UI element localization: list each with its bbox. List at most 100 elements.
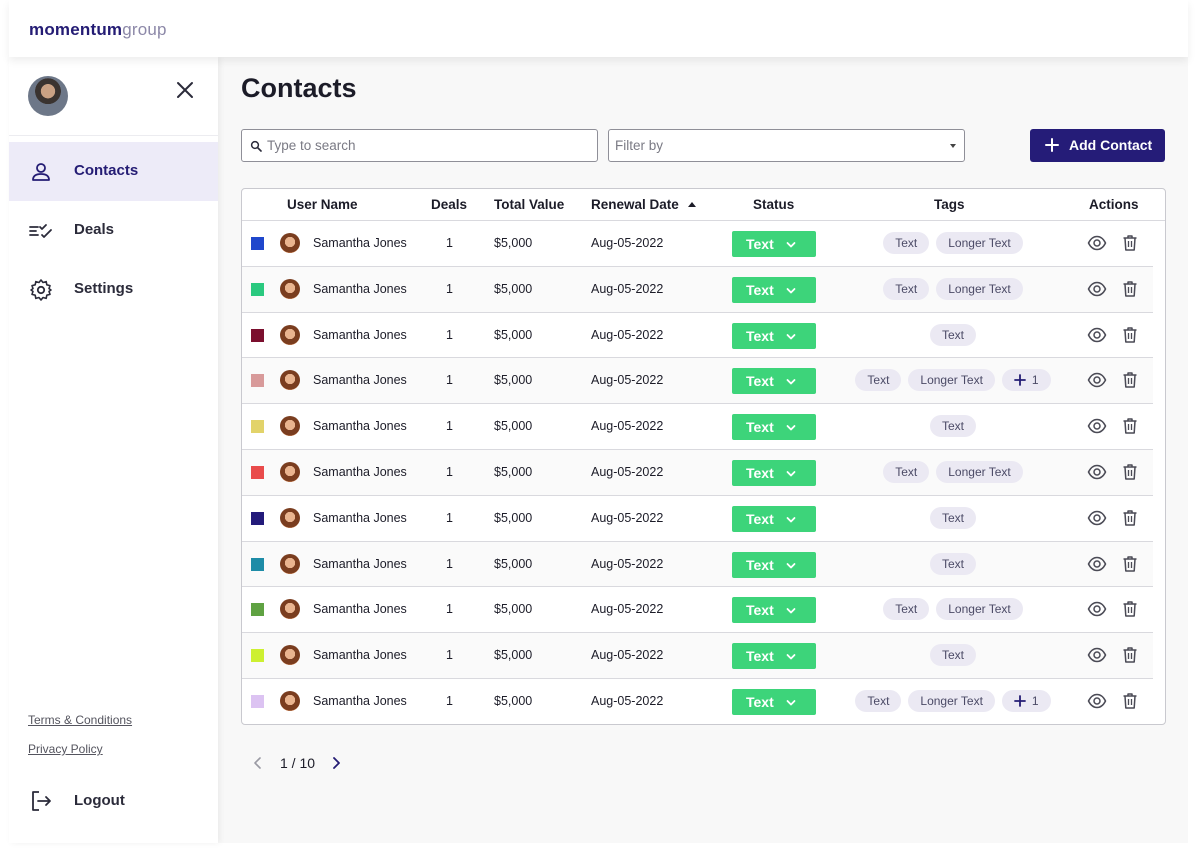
tag-chip[interactable]: Text — [929, 644, 976, 667]
view-eye-icon[interactable] — [1087, 370, 1107, 390]
tag-chip[interactable]: Text — [855, 369, 902, 392]
tag-chip[interactable]: Text — [883, 598, 930, 621]
delete-trash-icon[interactable] — [1120, 508, 1140, 528]
view-eye-icon[interactable] — [1087, 508, 1107, 528]
more-tags-button[interactable]: 1 — [1001, 369, 1051, 392]
status-dropdown[interactable]: Text — [732, 643, 816, 670]
column-header-value[interactable]: Total Value — [494, 197, 564, 212]
user-name-cell[interactable]: Samantha Jones — [313, 419, 407, 433]
view-eye-icon[interactable] — [1087, 279, 1107, 299]
brand-logo[interactable]: momentumgroup — [29, 20, 167, 40]
delete-trash-icon[interactable] — [1120, 279, 1140, 299]
sidebar-item-deals[interactable]: Deals — [9, 201, 218, 260]
delete-trash-icon[interactable] — [1120, 325, 1140, 345]
status-dropdown[interactable]: Text — [732, 231, 816, 257]
user-name-cell[interactable]: Samantha Jones — [313, 328, 407, 342]
delete-trash-icon[interactable] — [1120, 599, 1140, 619]
chevron-down-icon — [785, 650, 797, 662]
user-name-cell[interactable]: Samantha Jones — [313, 465, 407, 479]
delete-trash-icon[interactable] — [1120, 370, 1140, 390]
status-dropdown[interactable]: Text — [732, 688, 816, 715]
delete-trash-icon[interactable] — [1120, 416, 1140, 436]
table-row[interactable]: Samantha Jones 1 $5,000 Aug-05-2022 Text… — [242, 679, 1153, 724]
status-dropdown[interactable]: Text — [732, 322, 816, 349]
column-header-status[interactable]: Status — [753, 197, 794, 212]
tag-chip[interactable]: Text — [929, 323, 976, 346]
table-row[interactable]: Samantha Jones 1 $5,000 Aug-05-2022 Text… — [242, 541, 1153, 588]
column-header-tags[interactable]: Tags — [934, 197, 965, 212]
add-contact-button[interactable]: Add Contact — [1030, 129, 1165, 162]
status-dropdown[interactable]: Text — [732, 368, 816, 395]
view-eye-icon[interactable] — [1087, 691, 1107, 711]
view-eye-icon[interactable] — [1087, 416, 1107, 436]
column-header-user[interactable]: User Name — [287, 197, 358, 212]
user-name-cell[interactable]: Samantha Jones — [313, 236, 407, 250]
user-name-cell[interactable]: Samantha Jones — [313, 648, 407, 662]
sidebar-item-settings[interactable]: Settings — [9, 260, 218, 319]
table-row[interactable]: Samantha Jones 1 $5,000 Aug-05-2022 Text… — [242, 266, 1153, 313]
view-eye-icon[interactable] — [1087, 325, 1107, 345]
delete-trash-icon[interactable] — [1120, 554, 1140, 574]
table-row[interactable]: Samantha Jones 1 $5,000 Aug-05-2022 Text… — [242, 633, 1153, 679]
column-header-renewal[interactable]: Renewal Date — [591, 197, 696, 212]
table-row[interactable]: Samantha Jones 1 $5,000 Aug-05-2022 Text… — [242, 449, 1153, 496]
user-name-cell[interactable]: Samantha Jones — [313, 282, 407, 296]
close-icon[interactable] — [173, 78, 197, 102]
tag-chip[interactable]: Text — [855, 689, 902, 712]
search-box[interactable] — [241, 129, 598, 162]
tag-chip[interactable]: Longer Text — [936, 460, 1023, 483]
table-row[interactable]: Samantha Jones 1 $5,000 Aug-05-2022 Text… — [242, 404, 1153, 450]
table-row[interactable]: Samantha Jones 1 $5,000 Aug-05-2022 Text… — [242, 496, 1153, 542]
status-label: Text — [746, 602, 774, 619]
view-eye-icon[interactable] — [1087, 599, 1107, 619]
status-dropdown[interactable]: Text — [732, 459, 816, 486]
view-eye-icon[interactable] — [1087, 645, 1107, 665]
user-name-cell[interactable]: Samantha Jones — [313, 373, 407, 387]
more-tags-button[interactable]: 1 — [1001, 689, 1051, 712]
logout-button[interactable]: Logout — [9, 784, 218, 818]
deals-cell: 1 — [446, 281, 453, 296]
tag-chip[interactable]: Text — [883, 232, 930, 254]
total-value-cell: $5,000 — [494, 236, 533, 250]
view-eye-icon[interactable] — [1087, 233, 1107, 253]
tag-chip[interactable]: Text — [929, 552, 976, 575]
user-avatar[interactable] — [28, 76, 68, 116]
status-label: Text — [746, 327, 774, 344]
delete-trash-icon[interactable] — [1120, 691, 1140, 711]
status-dropdown[interactable]: Text — [732, 276, 816, 303]
table-row[interactable]: Samantha Jones 1 $5,000 Aug-05-2022 Text… — [242, 313, 1153, 359]
status-dropdown[interactable]: Text — [732, 505, 816, 532]
tag-chip[interactable]: Longer Text — [936, 598, 1023, 621]
delete-trash-icon[interactable] — [1120, 645, 1140, 665]
status-dropdown[interactable]: Text — [732, 597, 816, 624]
privacy-link[interactable]: Privacy Policy — [28, 742, 103, 756]
user-name-cell[interactable]: Samantha Jones — [313, 694, 407, 708]
column-header-deals[interactable]: Deals — [431, 197, 467, 212]
tag-chip[interactable]: Longer Text — [936, 232, 1023, 254]
search-input[interactable] — [267, 130, 592, 161]
table-row[interactable]: Samantha Jones 1 $5,000 Aug-05-2022 Text… — [242, 221, 1153, 267]
terms-link[interactable]: Terms & Conditions — [28, 713, 132, 727]
view-eye-icon[interactable] — [1087, 462, 1107, 482]
user-name-cell[interactable]: Samantha Jones — [313, 511, 407, 525]
tag-chip[interactable]: Text — [929, 506, 976, 529]
tag-chip[interactable]: Longer Text — [908, 369, 995, 392]
delete-trash-icon[interactable] — [1120, 233, 1140, 253]
user-name-cell[interactable]: Samantha Jones — [313, 557, 407, 571]
table-row[interactable]: Samantha Jones 1 $5,000 Aug-05-2022 Text… — [242, 358, 1153, 405]
tag-chip[interactable]: Longer Text — [936, 277, 1023, 300]
sidebar-item-contacts[interactable]: Contacts — [9, 142, 218, 201]
table-row[interactable]: Samantha Jones 1 $5,000 Aug-05-2022 Text… — [242, 587, 1153, 634]
filter-select[interactable]: Filter by — [608, 129, 965, 162]
tag-chip[interactable]: Text — [929, 415, 976, 438]
delete-trash-icon[interactable] — [1120, 462, 1140, 482]
status-dropdown[interactable]: Text — [732, 414, 816, 441]
view-eye-icon[interactable] — [1087, 554, 1107, 574]
tag-chip[interactable]: Longer Text — [908, 689, 995, 712]
chevron-right-icon[interactable] — [329, 756, 343, 770]
chevron-left-icon[interactable] — [251, 756, 265, 770]
tag-chip[interactable]: Text — [883, 277, 930, 300]
tag-chip[interactable]: Text — [883, 460, 930, 483]
user-name-cell[interactable]: Samantha Jones — [313, 602, 407, 616]
status-dropdown[interactable]: Text — [732, 551, 816, 578]
